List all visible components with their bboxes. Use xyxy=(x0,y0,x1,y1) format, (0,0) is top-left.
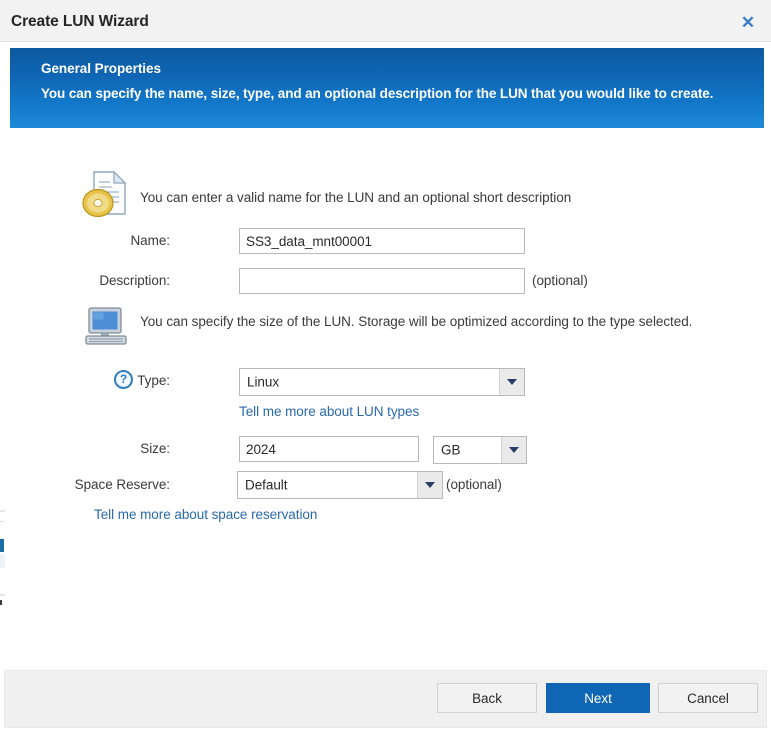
type-select-value: Linux xyxy=(247,375,279,390)
space-reserve-select-value: Default xyxy=(245,478,287,493)
space-reserve-select[interactable]: Default xyxy=(237,471,443,499)
description-optional-label: (optional) xyxy=(532,273,588,288)
dialog-title: Create LUN Wizard xyxy=(11,13,149,31)
background-window-artifact xyxy=(0,594,5,596)
name-input[interactable] xyxy=(239,228,525,254)
background-window-artifact xyxy=(0,510,5,512)
size-unit-select[interactable]: GB xyxy=(433,436,527,464)
name-section-info: You can enter a valid name for the LUN a… xyxy=(140,188,700,208)
background-window-artifact xyxy=(0,521,5,522)
space-reserve-optional-label: (optional) xyxy=(446,477,502,492)
background-window-artifact xyxy=(0,554,5,568)
cancel-button[interactable]: Cancel xyxy=(658,683,758,713)
name-field-label: Name: xyxy=(60,233,170,248)
size-field-label: Size: xyxy=(60,441,170,456)
size-unit-select-value: GB xyxy=(441,443,460,458)
type-select[interactable]: Linux xyxy=(239,368,525,396)
type-field-label: Type: xyxy=(60,373,170,388)
description-field-label: Description: xyxy=(60,273,170,288)
dialog-footer: Back Next Cancel xyxy=(4,670,767,728)
lun-types-help-link[interactable]: Tell me more about LUN types xyxy=(239,404,419,419)
chevron-down-icon xyxy=(499,369,524,395)
size-input[interactable] xyxy=(239,436,419,462)
computer-monitor-icon xyxy=(84,306,128,348)
create-lun-wizard-dialog: Create LUN Wizard ✕ General Properties Y… xyxy=(0,0,771,732)
next-button[interactable]: Next xyxy=(546,683,650,713)
banner-title: General Properties xyxy=(41,61,161,76)
lun-disc-document-icon xyxy=(82,170,128,218)
wizard-step-banner: General Properties You can specify the n… xyxy=(10,48,764,128)
space-reservation-help-link[interactable]: Tell me more about space reservation xyxy=(94,507,317,522)
dialog-titlebar: Create LUN Wizard ✕ xyxy=(0,0,771,42)
banner-description: You can specify the name, size, type, an… xyxy=(41,84,741,103)
background-window-artifact xyxy=(0,600,2,605)
chevron-down-icon xyxy=(417,472,442,498)
space-reserve-field-label: Space Reserve: xyxy=(20,477,170,492)
size-section-info: You can specify the size of the LUN. Sto… xyxy=(140,312,710,332)
close-icon[interactable]: ✕ xyxy=(737,12,759,32)
description-input[interactable] xyxy=(239,268,525,294)
back-button[interactable]: Back xyxy=(437,683,537,713)
background-window-artifact xyxy=(0,539,4,552)
chevron-down-icon xyxy=(501,437,526,463)
